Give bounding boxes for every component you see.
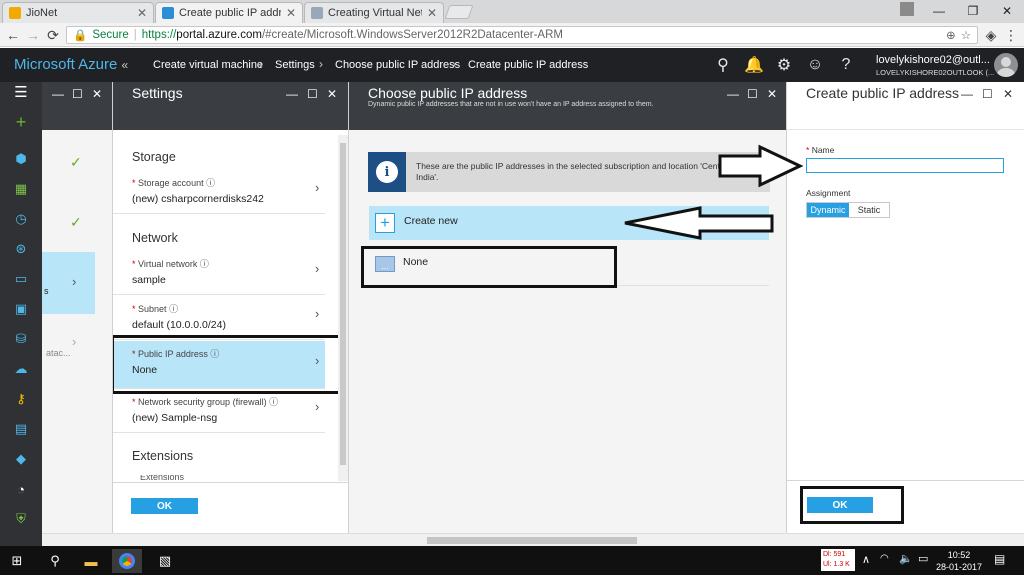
chevron-up-icon[interactable]: ∧ (862, 553, 870, 566)
taskbar: ⊞ ⚲ ▬ ▧ Dl: 591 Ul: 1.3 K ∧ ◠ 🔈 ▭ 10:52 … (0, 546, 1024, 575)
wifi-icon[interactable]: ◠ (880, 553, 889, 564)
windows-start-icon[interactable]: ⊞ (2, 549, 32, 573)
clock[interactable]: 10:52 28-01-2017 (935, 549, 983, 573)
annotation-arrows (624, 144, 804, 240)
volume-icon[interactable]: 🔈 (899, 552, 913, 565)
notification-center-icon[interactable]: ▤ (994, 552, 1005, 566)
arrow-to-name-field (718, 144, 804, 188)
chrome-icon[interactable] (112, 549, 142, 573)
file-explorer-icon[interactable]: ▬ (76, 549, 106, 573)
photos-icon[interactable]: ▧ (150, 549, 180, 573)
search-icon[interactable]: ⚲ (40, 549, 70, 573)
horizontal-scrollbar[interactable] (42, 533, 1024, 546)
network-meter: Dl: 591 Ul: 1.3 K (821, 549, 855, 571)
horizontal-scrollbar-thumb[interactable] (427, 537, 637, 544)
battery-icon[interactable]: ▭ (918, 552, 928, 565)
arrow-to-create-new (624, 206, 774, 240)
